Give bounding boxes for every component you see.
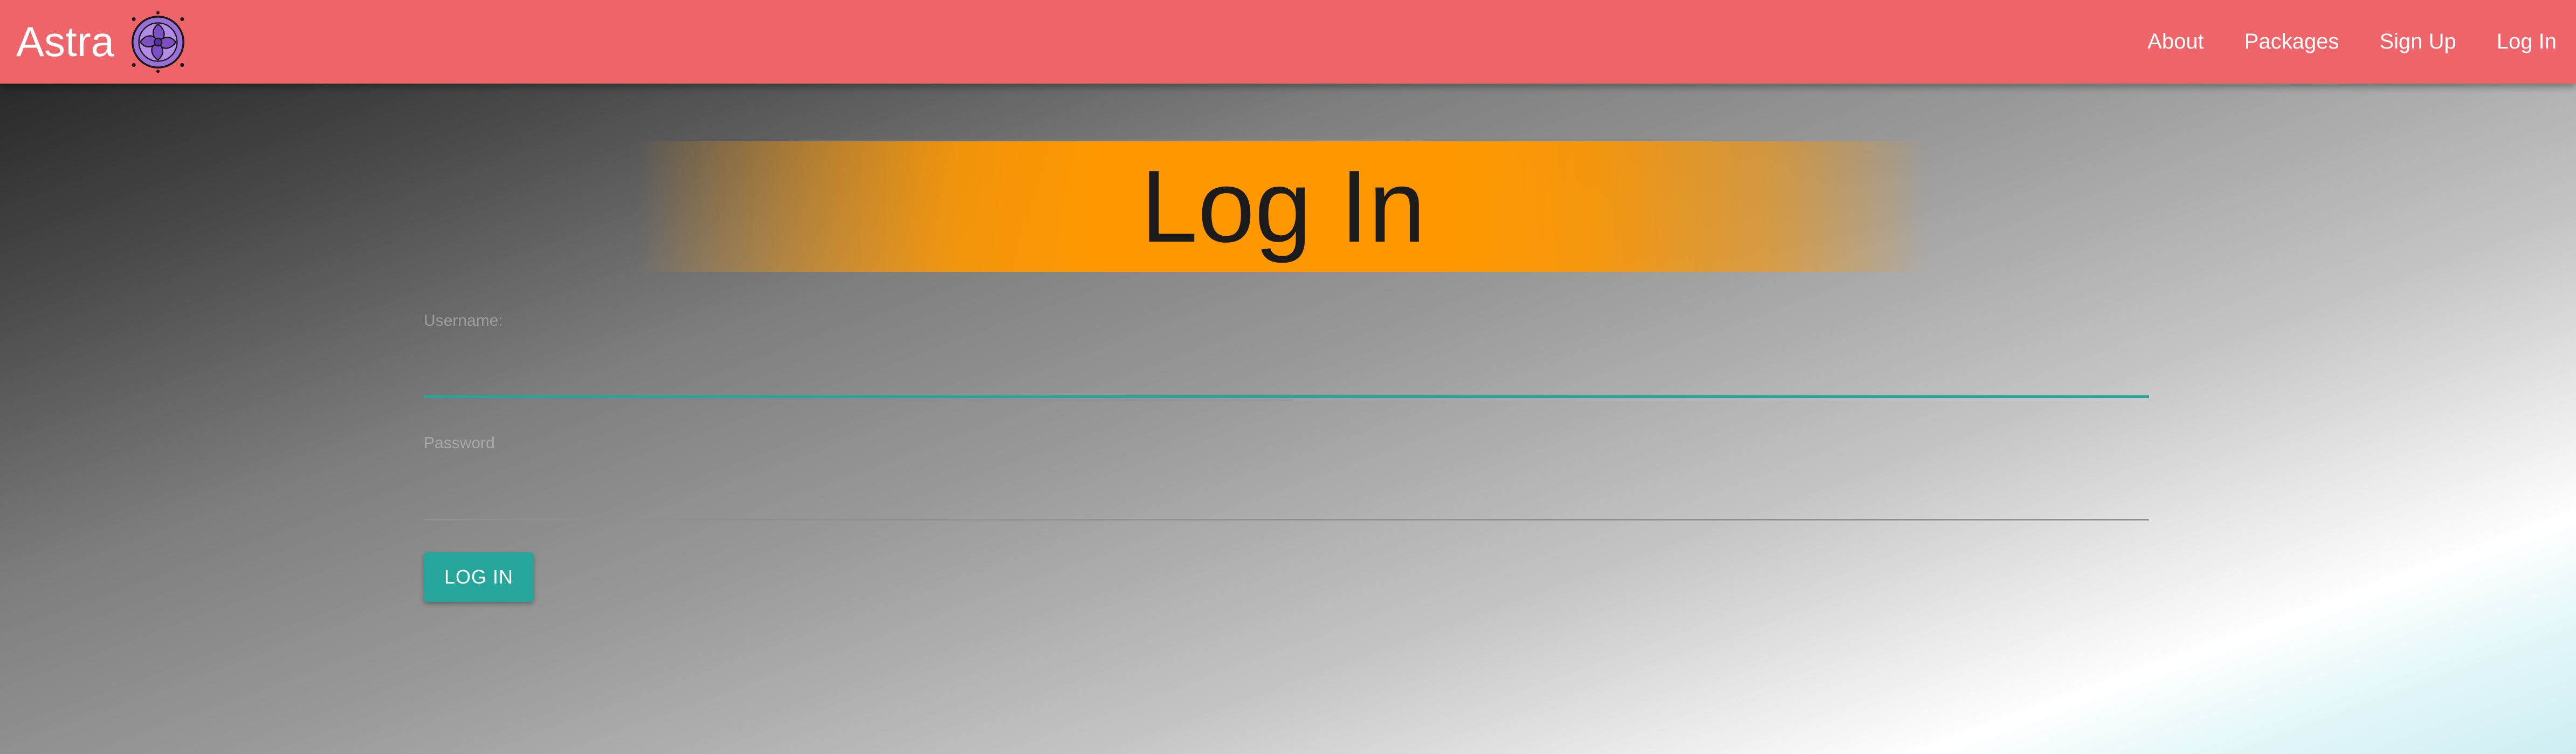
astra-flower-icon [132,11,185,73]
log-in-button[interactable]: LOG IN [424,552,534,602]
username-field-group: Username: [424,312,2149,398]
nav-link-packages[interactable]: Packages [2244,30,2339,54]
password-input[interactable] [424,472,2149,520]
nav-link-sign-up[interactable]: Sign Up [2379,30,2456,54]
nav-links: About Packages Sign Up Log In [2107,0,2557,84]
password-field-group: Password [424,434,2149,520]
page-title: Log In [1140,149,1426,264]
brand-name: Astra [16,18,115,65]
brand-link[interactable]: Astra [16,0,190,84]
nav-link-log-in[interactable]: Log In [2497,30,2557,54]
username-input[interactable] [424,349,2149,398]
username-label: Username: [424,312,503,330]
title-banner: Log In [636,141,1930,272]
password-label: Password [424,434,495,452]
nav-link-about[interactable]: About [2147,30,2204,54]
top-navbar: Astra About Packages Sign Up Log In [0,0,2576,84]
